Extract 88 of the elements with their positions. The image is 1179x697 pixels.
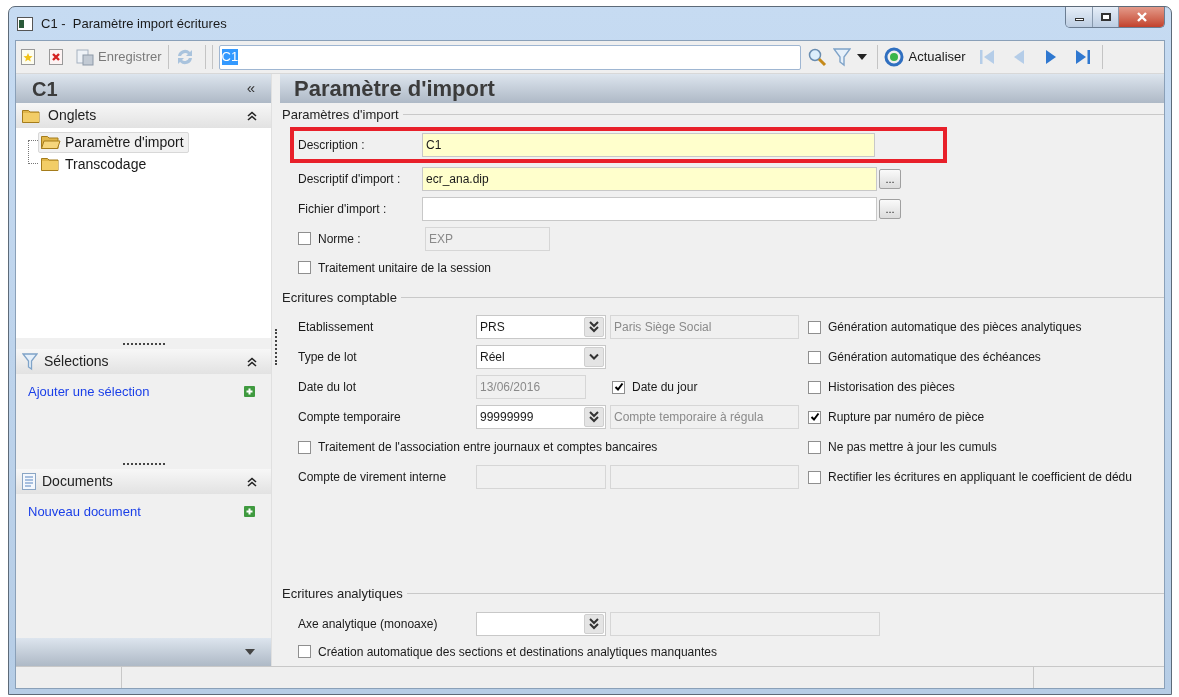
collapse-button[interactable]: « — [246, 77, 255, 100]
browse-button[interactable]: ... — [879, 198, 901, 219]
field-label: Descriptif d'import : — [298, 170, 402, 188]
refresh-icon — [883, 47, 904, 67]
checkbox-label: Date du jour — [632, 379, 698, 396]
checkbox[interactable] — [808, 470, 821, 484]
input-field[interactable] — [610, 611, 880, 636]
close-icon — [1135, 12, 1148, 22]
double-chevron-icon — [584, 407, 604, 427]
minimize-button[interactable] — [1066, 7, 1093, 27]
panel-title: Sélections — [44, 352, 109, 371]
field-label: Axe analytique (monoaxe) — [298, 615, 439, 633]
combo-box[interactable]: 99999999 — [476, 405, 606, 429]
collapse-icon[interactable] — [247, 356, 257, 367]
double-chevron-icon — [584, 613, 604, 634]
record-title: C1 — [32, 76, 58, 102]
checkbox-label: Génération automatique des pièces analytiques — [828, 319, 1082, 336]
collapse-icon[interactable] — [247, 476, 257, 487]
checkbox-label: Traitement de l'association entre journaux et comptes bancaires — [318, 439, 658, 456]
combo-box[interactable]: PRS — [476, 315, 606, 339]
group-title: Ecritures comptable — [282, 288, 398, 307]
add-icon[interactable] — [244, 386, 255, 398]
checkbox-label: Rectifier les écritures en appliquant le coefficient de dédu — [828, 469, 1132, 486]
field-label: Fichier d'import : — [298, 200, 388, 218]
chevron-icon — [584, 347, 604, 367]
checkbox[interactable] — [808, 320, 821, 334]
field-label: Compte de virement interne — [298, 469, 448, 486]
close-button[interactable] — [1119, 7, 1164, 27]
delete-icon[interactable] — [48, 49, 64, 65]
page-title: Paramètre d'import — [294, 75, 495, 103]
open-folder-icon — [41, 135, 61, 149]
panel-title: Onglets — [48, 106, 97, 125]
field-label: Description : — [298, 136, 366, 154]
combo-box[interactable] — [476, 611, 606, 636]
filter-icon[interactable] — [832, 47, 851, 67]
checkbox-label: Rupture par numéro de pièce — [828, 409, 985, 426]
checkbox-label: Norme : — [318, 230, 361, 248]
tree-item[interactable]: Transcodage — [38, 153, 152, 175]
input-field[interactable] — [476, 465, 606, 489]
checkbox[interactable] — [298, 440, 311, 454]
add-link[interactable]: Nouveau document — [28, 502, 141, 522]
group-title: Ecritures analytiques — [282, 585, 404, 603]
filter-icon — [22, 352, 38, 371]
new-document-icon[interactable] — [20, 49, 36, 65]
checkbox[interactable] — [298, 645, 311, 658]
combo-box[interactable]: Réel — [476, 345, 606, 369]
field-label: Type de lot — [298, 349, 358, 366]
last-record-icon[interactable] — [1073, 48, 1092, 66]
checkbox[interactable] — [808, 410, 821, 424]
checkbox-label: Traitement unitaire de la session — [318, 259, 491, 277]
folder-icon — [22, 108, 42, 123]
save-icon — [76, 48, 94, 66]
browse-button[interactable]: ... — [879, 168, 901, 189]
window-title: C1 - Paramètre import écritures — [41, 14, 227, 33]
panel-header[interactable]: Sélections — [16, 349, 271, 374]
input-field[interactable]: ecr_ana.dip — [422, 166, 877, 191]
checkbox-label: Création automatique des sections et destinations analytiques manquantes — [318, 643, 717, 661]
caret-down-icon[interactable] — [856, 54, 867, 60]
field-label: Compte temporaire — [298, 409, 402, 426]
caret-down-icon[interactable] — [245, 649, 255, 655]
panel-title: Documents — [42, 472, 113, 491]
checkbox[interactable] — [808, 440, 821, 454]
panel-header[interactable]: Onglets — [16, 103, 271, 128]
group-title: Paramètres d'import — [282, 106, 400, 124]
field-label: Etablissement — [298, 319, 375, 336]
refresh-button[interactable]: Actualiser — [883, 47, 966, 67]
search-icon[interactable] — [806, 47, 827, 67]
input-field[interactable] — [610, 465, 799, 489]
checkbox[interactable] — [808, 380, 821, 394]
document-icon — [22, 473, 36, 490]
app-icon — [17, 16, 33, 31]
input-field[interactable] — [422, 196, 877, 221]
maximize-button[interactable] — [1093, 7, 1119, 27]
tree-item[interactable]: Paramètre d'import — [38, 131, 189, 153]
checkbox-label: Ne pas mettre à jour les cumuls — [828, 439, 997, 456]
double-chevron-icon — [584, 317, 604, 337]
add-icon[interactable] — [244, 506, 255, 518]
add-link[interactable]: Ajouter une sélection — [28, 382, 150, 402]
checkbox[interactable] — [612, 380, 625, 394]
checkbox-label: Historisation des pièces — [828, 379, 955, 396]
panel-header[interactable]: Documents — [16, 469, 271, 494]
input-field[interactable]: C1 — [422, 132, 875, 157]
checkbox[interactable] — [298, 261, 311, 274]
field-label: Date du lot — [298, 379, 358, 396]
checkbox-label: Génération automatique des échéances — [828, 349, 1041, 366]
folder-icon — [41, 157, 61, 171]
checkbox[interactable] — [808, 350, 821, 364]
collapse-icon[interactable] — [247, 110, 257, 121]
